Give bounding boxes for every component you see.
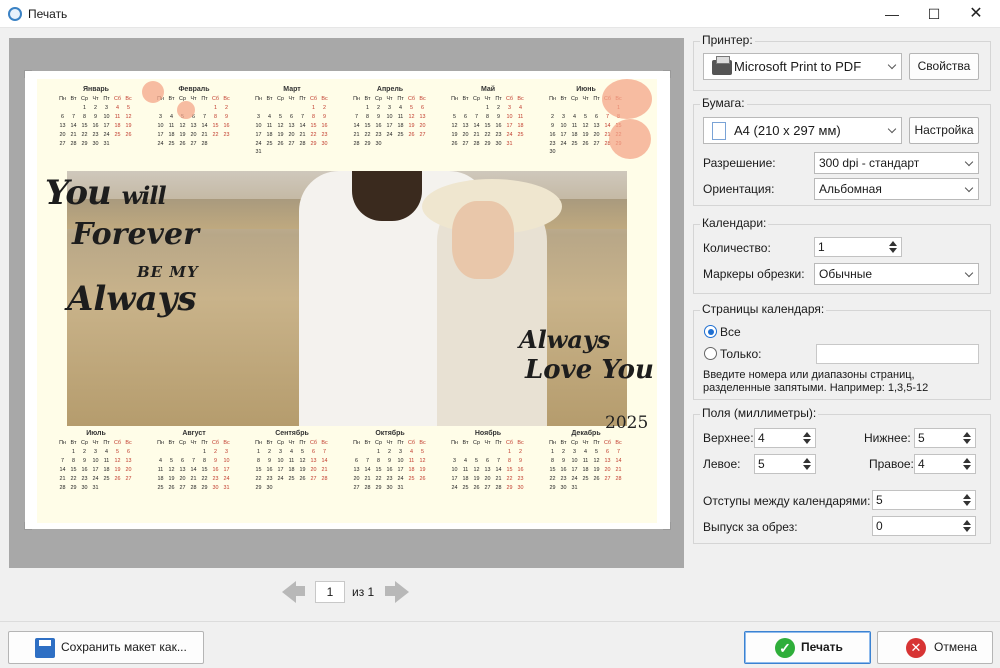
pages-range-input[interactable] [816, 344, 979, 364]
resolution-select[interactable]: 300 dpi - стандарт [814, 152, 979, 174]
paper-group-title: Бумага: [700, 96, 747, 110]
printer-select[interactable]: Microsoft Print to PDF [703, 53, 902, 80]
script-you-will: You will [45, 173, 167, 213]
maximize-button[interactable]: ☐ [914, 0, 954, 28]
chevron-down-icon [964, 268, 974, 278]
orientation-label: Ориентация: [703, 182, 775, 196]
footer-divider [0, 621, 1000, 622]
pages-hint: Введите номера или диапазоны страниц, ра… [703, 369, 929, 394]
margin-right-stepper[interactable]: 4 [914, 454, 976, 474]
minimize-button[interactable]: — [872, 0, 912, 28]
document-icon [712, 122, 726, 140]
margin-right-label: Правое: [869, 457, 914, 471]
title-bar: Печать — ☐ ✕ [0, 0, 1000, 28]
month-calendar: Июль Пн Вт Ср Чт Пт Сб Вс 1 2 3 4 5 6 7 8 9 10 11 12 13 14 15 1… [57, 429, 135, 492]
page-count-label: из 1 [352, 585, 375, 599]
chevron-down-icon [887, 60, 897, 70]
paper-setup-button[interactable]: Настройка [909, 117, 979, 144]
script-forever: Forever [72, 217, 199, 252]
month-name: Июль [86, 430, 106, 437]
month-calendar: Ноябрь Пн Вт Ср Чт Пт Сб Вс 1 2 3 4 5 6 7 8 9 10 11 12 13 14 1… [449, 429, 527, 492]
preview-page: Декабрь Пн Вт Ср Чт Пт Сб Вс 1 2 3 4 5 6 7 8 9 10 11 12 13 14… [24, 70, 671, 530]
pages-all-radio[interactable] [704, 325, 717, 338]
bleed-stepper[interactable]: 0 [872, 516, 976, 536]
chevron-down-icon [887, 124, 897, 134]
month-name: Февраль [178, 86, 210, 93]
margins-group-title: Поля (миллиметры): [700, 406, 819, 420]
heart-decoration [609, 119, 651, 159]
save-layout-button[interactable]: Сохранить макет как... [8, 631, 204, 664]
count-stepper[interactable]: 1 [814, 237, 902, 257]
crop-marks-label: Маркеры обрезки: [703, 267, 805, 281]
pages-only-radio[interactable] [704, 347, 717, 360]
chevron-down-icon [964, 157, 974, 167]
checkmark-icon: ✓ [775, 638, 795, 658]
crop-mark [663, 70, 671, 78]
margin-top-label: Верхнее: [703, 431, 754, 445]
calendars-group-title: Календари: [700, 216, 769, 230]
month-calendar: Апрель Пн Вт Ср Чт Пт Сб Вс 1 2 3 4 5 6 7 8 9 10 11 12 13 14 1… [351, 85, 429, 148]
chevron-down-icon [964, 183, 974, 193]
month-name: Май [480, 86, 496, 93]
month-calendar: Октябрь Пн Вт Ср Чт Пт Сб Вс 1 2 3 4 5 6 7 8 9 10 11 12 13 14… [351, 429, 429, 492]
month-name: Апрель [376, 86, 404, 93]
calendar-sheet: Декабрь Пн Вт Ср Чт Пт Сб Вс 1 2 3 4 5 6 7 8 9 10 11 12 13 14… [37, 79, 657, 523]
month-name: Январь [83, 86, 109, 93]
crop-mark [663, 522, 671, 530]
month-calendar: Март Пн Вт Ср Чт Пт Сб Вс 1 2 3 4 5 6 7 8 9 10 11 12 13 14 15 1… [253, 85, 331, 157]
crop-mark [24, 70, 32, 78]
month-name: Октябрь [375, 430, 405, 437]
month-calendar: Май Пн Вт Ср Чт Пт Сб Вс 1 2 3 4 5 6 7 8 9 10 11 12 13 14 15 16… [449, 85, 527, 148]
page-number-input[interactable]: 1 [315, 581, 345, 603]
heart-decoration [177, 101, 195, 119]
margin-bottom-label: Нижнее: [864, 431, 911, 445]
app-icon [8, 7, 22, 21]
script-always: Always [67, 279, 197, 319]
heart-decoration [142, 81, 164, 103]
script-love-you: Love You [525, 355, 654, 385]
cancel-button[interactable]: ✕ Отмена [877, 631, 993, 664]
month-name: Ноябрь [474, 430, 502, 437]
pages-group-title: Страницы календаря: [700, 302, 827, 316]
printer-group-title: Принтер: [700, 33, 755, 47]
printer-icon [712, 56, 732, 75]
orientation-select[interactable]: Альбомная [814, 178, 979, 200]
paper-size-select[interactable]: A4 (210 x 297 мм) [703, 117, 902, 144]
margin-left-stepper[interactable]: 5 [754, 454, 816, 474]
printer-properties-button[interactable]: Свойства [909, 53, 979, 80]
margin-left-label: Левое: [703, 457, 741, 471]
close-button[interactable]: ✕ [956, 0, 996, 28]
crop-marks-select[interactable]: Обычные [814, 263, 979, 285]
month-calendar: Сентябрь Пн Вт Ср Чт Пт Сб Вс 1 2 3 4 5 6 7 8 9 10 11 12 13 1… [253, 429, 331, 492]
month-calendar: ФевральПнВтСрЧтПтСбВс1234567891011121314… [155, 85, 233, 148]
bleed-label: Выпуск за обрез: [703, 520, 798, 534]
month-name: Сентябрь [275, 430, 309, 437]
next-page-button[interactable] [385, 580, 409, 604]
month-calendar: Январь Пн Вт Ср Чт Пт Сб Вс 1 2 3 4 5 6 7 8 9 10 11 12 13 14 1… [57, 85, 135, 148]
margin-bottom-stepper[interactable]: 5 [914, 428, 976, 448]
margin-top-stepper[interactable]: 4 [754, 428, 816, 448]
count-label: Количество: [703, 241, 771, 255]
month-name: Август [182, 430, 206, 437]
cancel-icon: ✕ [906, 638, 926, 658]
calendar-gap-label: Отступы между календарями: [703, 494, 871, 508]
resolution-label: Разрешение: [703, 156, 776, 170]
floppy-disk-icon [35, 638, 55, 658]
pages-all-label: Все [720, 325, 741, 339]
pages-only-label: Только: [720, 347, 762, 361]
script-always-right: Always [519, 325, 611, 354]
prev-page-button[interactable] [282, 580, 306, 604]
month-calendar: Август Пн Вт Ср Чт Пт Сб Вс 1 2 3 4 5 6 7 8 9 10 11 12 13 14 1… [155, 429, 233, 492]
calendar-gap-stepper[interactable]: 5 [872, 490, 976, 510]
calendar-year: 2025 [605, 413, 649, 433]
crop-mark [24, 522, 32, 530]
month-name: Март [283, 86, 301, 93]
month-calendar: Декабрь Пн Вт Ср Чт Пт Сб Вс 1 2 3 4 5 6 7 8 9 10 11 12 13 14… [547, 429, 625, 492]
print-button[interactable]: ✓ Печать [744, 631, 871, 664]
heart-decoration [602, 79, 652, 119]
print-preview: Декабрь Пн Вт Ср Чт Пт Сб Вс 1 2 3 4 5 6 7 8 9 10 11 12 13 14… [9, 38, 684, 568]
window-title: Печать [28, 7, 68, 21]
